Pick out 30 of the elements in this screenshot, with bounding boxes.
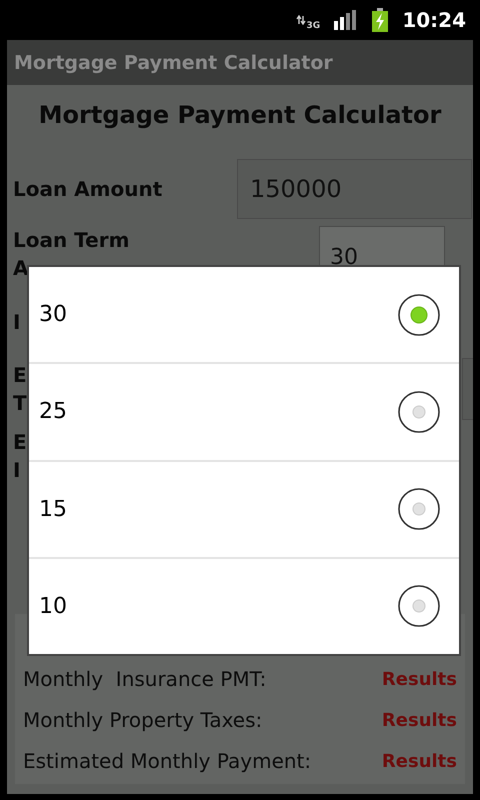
result-label: Monthly Insurance PMT:	[23, 667, 266, 691]
term-option[interactable]: 15	[29, 462, 459, 559]
result-value: Results	[382, 750, 457, 772]
radio-button[interactable]	[397, 487, 441, 532]
term-option[interactable]: 10	[29, 558, 459, 654]
field-label: Loan Amount	[13, 176, 162, 202]
term-option[interactable]: 30	[29, 267, 459, 364]
radio-button[interactable]	[397, 584, 441, 628]
radio-button[interactable]	[397, 390, 441, 434]
clock-time: 10:24	[402, 8, 466, 32]
result-value: Results	[382, 668, 457, 690]
signal-icon	[334, 10, 358, 30]
field-label: Loan Term	[13, 227, 130, 254]
data-transfer-icon	[296, 15, 306, 25]
result-label: Monthly Property Taxes:	[23, 708, 262, 732]
page-heading: Mortgage Payment Calculator	[38, 101, 442, 129]
field-label: A	[13, 255, 30, 282]
result-label: Estimated Monthly Payment:	[23, 749, 312, 773]
battery-charging-icon	[372, 8, 388, 32]
field-label: E	[13, 362, 27, 389]
network-label: 3G	[306, 22, 320, 30]
term-option[interactable]: 25	[29, 364, 459, 462]
field-label: I	[13, 309, 20, 336]
app-title: Mortgage Payment Calculator	[14, 52, 333, 74]
field-label: T	[13, 390, 27, 417]
input-field[interactable]	[462, 358, 473, 420]
field-label: E	[13, 429, 27, 456]
radio-button[interactable]	[397, 292, 441, 337]
field-label: I	[13, 457, 22, 484]
result-value: Results	[382, 710, 457, 730]
